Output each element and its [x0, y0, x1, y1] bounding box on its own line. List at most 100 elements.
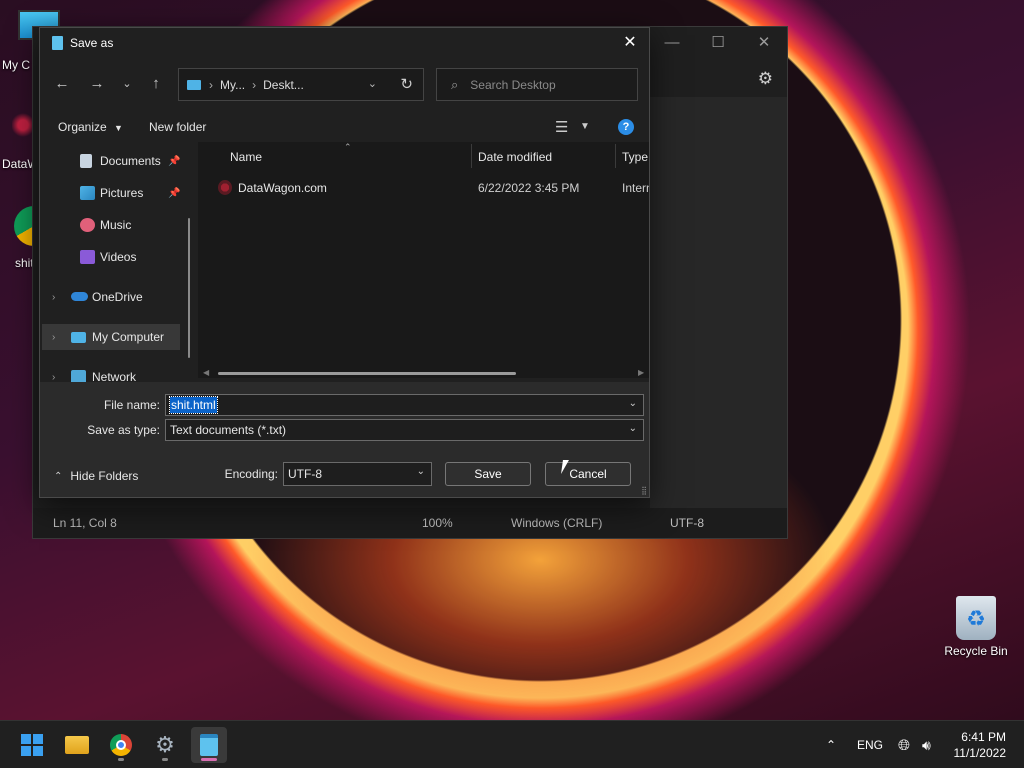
encoding-value: UTF-8	[288, 467, 322, 481]
clock-date: 11/1/2022	[953, 746, 1007, 760]
notepad-app-icon	[52, 36, 63, 50]
notepad-icon	[200, 734, 218, 756]
nav-pane-scrollbar[interactable]	[188, 218, 190, 358]
volume-icon[interactable]: 🔊︎	[922, 721, 931, 768]
status-encoding: UTF-8	[670, 516, 704, 530]
settings-gear-icon[interactable]: ⚙	[758, 69, 773, 89]
scroll-left-icon[interactable]: ◀	[203, 368, 209, 377]
back-arrow-icon[interactable]: ←	[52, 74, 72, 94]
breadcrumb-chevron-icon: ›	[252, 77, 257, 92]
navigation-pane: Documents 📌 Pictures 📌 Music Videos › On…	[40, 142, 196, 382]
taskbar-chrome[interactable]	[103, 727, 139, 763]
desktop-icon-recycle-bin[interactable]: Recycle Bin	[940, 596, 1012, 658]
network-icon	[71, 370, 86, 382]
computer-icon	[71, 331, 86, 343]
file-name-input[interactable]: shit.html ⌄	[165, 394, 644, 416]
nav-item-label: Pictures	[100, 186, 144, 200]
running-indicator	[118, 758, 124, 761]
status-line-ending: Windows (CRLF)	[511, 516, 603, 530]
network-globe-icon[interactable]: 🌐︎	[898, 721, 910, 768]
save-as-type-value: Text documents (*.txt)	[170, 423, 287, 437]
command-bar: Organize ▼ New folder ☰ ▼ ?	[40, 112, 649, 142]
desktop-icon-datawagon[interactable]: DataW	[0, 112, 39, 171]
taskbar: ⚙ ⌃ ENG 🌐︎ 🔊︎ 6:41 PM 11/1/2022	[0, 720, 1024, 768]
refresh-icon[interactable]: ↻	[400, 75, 413, 93]
hide-folders-button[interactable]: ⌃ Hide Folders	[54, 469, 138, 483]
organize-button[interactable]: Organize ▼	[58, 120, 123, 134]
chevron-down-icon[interactable]: ⌄	[629, 398, 637, 409]
column-header-type[interactable]: Type	[622, 150, 648, 164]
column-divider[interactable]	[471, 144, 472, 168]
chevron-down-icon[interactable]: ⌄	[629, 423, 637, 434]
nav-item-onedrive[interactable]: › OneDrive	[42, 284, 180, 310]
taskbar-notepad[interactable]	[191, 727, 227, 763]
nav-item-documents[interactable]: Documents 📌	[42, 148, 180, 174]
taskbar-settings[interactable]: ⚙	[147, 727, 183, 763]
clock[interactable]: 6:41 PM 11/1/2022	[954, 729, 1007, 761]
maximize-icon[interactable]: ☐	[695, 27, 741, 57]
chevron-down-icon[interactable]: ⌄	[417, 466, 425, 477]
column-header-date-modified[interactable]: Date modified	[478, 150, 552, 164]
file-row[interactable]: DataWagon.com 6/22/2022 3:45 PM Intern	[198, 176, 649, 200]
close-icon[interactable]: ✕	[619, 32, 641, 54]
nav-item-pictures[interactable]: Pictures 📌	[42, 180, 180, 206]
recycle-bin-icon	[956, 596, 996, 640]
pin-icon[interactable]: 📌	[168, 156, 180, 167]
nav-item-label: My Computer	[92, 330, 165, 344]
encoding-label: Encoding:	[224, 467, 278, 481]
save-as-type-select[interactable]: Text documents (*.txt) ⌄	[165, 419, 644, 441]
breadcrumb-segment[interactable]: My...	[220, 78, 245, 92]
taskbar-file-explorer[interactable]	[59, 727, 95, 763]
chevron-right-icon[interactable]: ›	[52, 292, 55, 303]
view-options-icon[interactable]: ☰	[555, 118, 568, 136]
nav-item-label: Videos	[100, 250, 137, 264]
view-dropdown-icon[interactable]: ▼	[580, 121, 590, 132]
close-icon[interactable]: ✕	[741, 27, 787, 57]
start-button[interactable]	[14, 727, 50, 763]
computer-icon	[187, 79, 201, 90]
column-divider[interactable]	[615, 144, 616, 168]
minimize-icon[interactable]: —	[649, 27, 695, 57]
dialog-title: Save as	[70, 36, 114, 50]
up-arrow-icon[interactable]: ↑	[146, 74, 166, 94]
search-box[interactable]: ⌕ Search Desktop	[436, 68, 638, 101]
help-icon[interactable]: ?	[618, 119, 634, 135]
nav-item-my-computer[interactable]: › My Computer	[42, 324, 180, 350]
horizontal-scrollbar[interactable]	[218, 372, 516, 375]
language-indicator[interactable]: ENG	[857, 721, 883, 768]
pictures-icon	[80, 186, 95, 200]
save-as-type-label: Save as type:	[87, 423, 160, 437]
chevron-up-icon: ⌃	[54, 470, 63, 482]
nav-item-network[interactable]: › Network	[42, 364, 180, 382]
chrome-icon	[110, 734, 132, 756]
folder-icon	[65, 736, 89, 754]
pin-icon[interactable]: 📌	[168, 188, 180, 199]
column-header-name[interactable]: Name	[230, 150, 262, 164]
file-type: Intern	[622, 181, 649, 195]
forward-arrow-icon[interactable]: →	[87, 74, 107, 94]
save-button[interactable]: Save	[445, 462, 531, 486]
address-dropdown-icon[interactable]: ⌄	[368, 77, 377, 90]
scroll-right-icon[interactable]: ▶	[638, 368, 644, 377]
navigation-bar: ← → ⌄ ↑ › My... › Deskt... ⌄ ↻ ⌕ Search …	[40, 66, 649, 102]
tray-overflow-chevron-icon[interactable]: ⌃	[826, 721, 836, 768]
file-name: DataWagon.com	[238, 181, 327, 195]
chevron-right-icon[interactable]: ›	[52, 332, 55, 343]
nav-item-videos[interactable]: Videos	[42, 244, 180, 270]
file-list: ⌃ Name Date modified Type DataWagon.com …	[198, 142, 649, 378]
resize-grip-icon[interactable]: ⣿	[641, 486, 647, 495]
chevron-right-icon[interactable]: ›	[52, 372, 55, 383]
breadcrumb-segment[interactable]: Deskt...	[263, 78, 304, 92]
cloud-icon	[71, 292, 88, 301]
notepad-editor-area[interactable]	[650, 97, 787, 508]
address-bar[interactable]: › My... › Deskt... ⌄ ↻	[178, 68, 424, 101]
encoding-select[interactable]: UTF-8 ⌄	[283, 462, 432, 486]
status-zoom: 100%	[422, 516, 453, 530]
dialog-title-bar: Save as ✕	[40, 28, 649, 58]
nav-item-label: Music	[100, 218, 132, 232]
new-folder-button[interactable]: New folder	[149, 120, 206, 134]
recent-locations-chevron-icon[interactable]: ⌄	[117, 74, 137, 94]
nav-item-music[interactable]: Music	[42, 212, 180, 238]
cancel-button[interactable]: Cancel	[545, 462, 631, 486]
notepad-status-bar: Ln 11, Col 8 100% Windows (CRLF) UTF-8	[33, 508, 787, 538]
